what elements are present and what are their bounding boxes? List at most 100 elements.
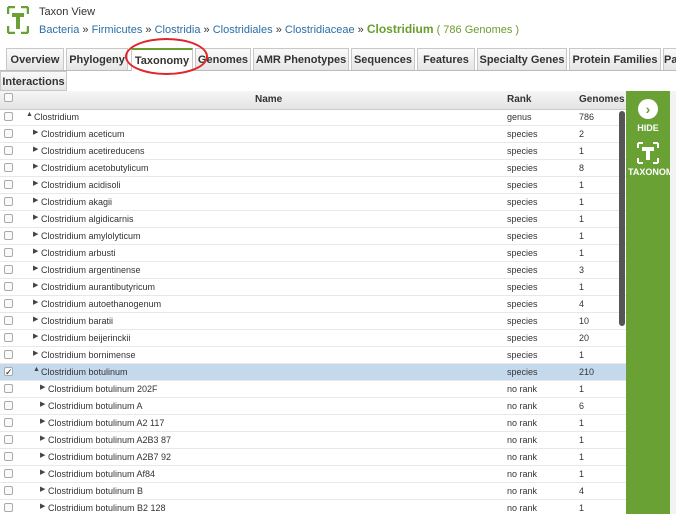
breadcrumb-link-firmicutes[interactable]: Firmicutes: [92, 24, 143, 36]
collapsed-arrow-icon[interactable]: ▶: [33, 145, 38, 153]
row-checkbox[interactable]: [4, 333, 13, 342]
grid-scrollbar[interactable]: [619, 111, 625, 326]
table-row[interactable]: ▶ Clostridium acetireducens species 1: [0, 143, 626, 160]
row-checkbox[interactable]: [4, 163, 13, 172]
row-name[interactable]: Clostridium argentinense: [41, 265, 141, 275]
expanded-arrow-icon[interactable]: ▲: [33, 366, 40, 373]
tab-taxonomy[interactable]: Taxonomy: [131, 48, 193, 71]
row-checkbox[interactable]: [4, 401, 13, 410]
table-row[interactable]: ▶ Clostridium botulinum B2 128 no rank 1: [0, 500, 626, 514]
row-name[interactable]: Clostridium acetobutylicum: [41, 163, 149, 173]
row-checkbox[interactable]: [4, 452, 13, 461]
table-row[interactable]: ▶ Clostridium arbusti species 1: [0, 245, 626, 262]
collapsed-arrow-icon[interactable]: ▶: [40, 468, 45, 476]
tab-interactions[interactable]: Interactions: [0, 71, 67, 91]
row-checkbox[interactable]: [4, 146, 13, 155]
row-checkbox[interactable]: [4, 214, 13, 223]
table-row[interactable]: ▶ Clostridium akagii species 1: [0, 194, 626, 211]
table-row[interactable]: ▶ Clostridium botulinum Af84 no rank 1: [0, 466, 626, 483]
row-checkbox[interactable]: [4, 503, 13, 512]
table-row[interactable]: ▶ Clostridium aceticum species 2: [0, 126, 626, 143]
row-checkbox[interactable]: [4, 265, 13, 274]
breadcrumb-link-clostridiales[interactable]: Clostridiales: [213, 24, 273, 36]
table-row[interactable]: ▶ Clostridium botulinum A2B7 92 no rank 1: [0, 449, 626, 466]
table-row[interactable]: ▶ Clostridium botulinum B no rank 4: [0, 483, 626, 500]
table-row[interactable]: ▶ Clostridium argentinense species 3: [0, 262, 626, 279]
collapsed-arrow-icon[interactable]: ▶: [33, 162, 38, 170]
row-name[interactable]: Clostridium autoethanogenum: [41, 299, 161, 309]
row-name[interactable]: Clostridium beijerinckii: [41, 333, 131, 343]
row-name[interactable]: Clostridium botulinum A: [48, 401, 143, 411]
tab-overview[interactable]: Overview: [6, 48, 64, 70]
row-checkbox[interactable]: [4, 129, 13, 138]
tab-sequences[interactable]: Sequences: [351, 48, 415, 70]
collapsed-arrow-icon[interactable]: ▶: [33, 332, 38, 340]
collapsed-arrow-icon[interactable]: ▶: [33, 281, 38, 289]
row-name[interactable]: Clostridium botulinum A2B7 92: [48, 452, 171, 462]
row-name[interactable]: Clostridium acetireducens: [41, 146, 145, 156]
column-header-name[interactable]: Name: [255, 94, 282, 105]
column-header-rank[interactable]: Rank: [507, 94, 531, 105]
table-row[interactable]: ▶ Clostridium amylolyticum species 1: [0, 228, 626, 245]
taxonomy-icon[interactable]: [637, 142, 659, 164]
tab-protein-families[interactable]: Protein Families: [569, 48, 661, 70]
collapsed-arrow-icon[interactable]: ▶: [40, 434, 45, 442]
hide-button-label[interactable]: HIDE: [626, 123, 670, 133]
collapsed-arrow-icon[interactable]: ▶: [40, 383, 45, 391]
row-checkbox[interactable]: [4, 418, 13, 427]
row-name[interactable]: Clostridium botulinum B: [48, 486, 143, 496]
column-header-genomes[interactable]: Genomes: [579, 94, 625, 105]
collapsed-arrow-icon[interactable]: ▶: [40, 400, 45, 408]
expanded-arrow-icon[interactable]: ▲: [26, 111, 33, 118]
row-checkbox[interactable]: [4, 384, 13, 393]
row-checkbox[interactable]: [4, 248, 13, 257]
collapsed-arrow-icon[interactable]: ▶: [40, 451, 45, 459]
select-all-checkbox[interactable]: [4, 93, 13, 102]
tab-amr-phenotypes[interactable]: AMR Phenotypes: [253, 48, 349, 70]
breadcrumb-link-clostridiaceae[interactable]: Clostridiaceae: [285, 24, 355, 36]
table-row[interactable]: ▶ Clostridium baratii species 10: [0, 313, 626, 330]
collapsed-arrow-icon[interactable]: ▶: [33, 298, 38, 306]
tab-phylogeny[interactable]: Phylogeny: [66, 48, 128, 70]
row-checkbox[interactable]: [4, 197, 13, 206]
row-name[interactable]: Clostridium: [34, 112, 79, 122]
table-row[interactable]: ▶ Clostridium botulinum A2B3 87 no rank 1: [0, 432, 626, 449]
table-row[interactable]: ▶ Clostridium botulinum A no rank 6: [0, 398, 626, 415]
row-name[interactable]: Clostridium botulinum A2 117: [48, 418, 164, 428]
table-row[interactable]: ▶ Clostridium beijerinckii species 20: [0, 330, 626, 347]
row-name[interactable]: Clostridium amylolyticum: [41, 231, 141, 241]
row-checkbox[interactable]: ✓: [4, 367, 13, 377]
table-row[interactable]: ✓ ▲ Clostridium botulinum species 210: [0, 364, 626, 381]
row-checkbox[interactable]: [4, 299, 13, 308]
table-row[interactable]: ▶ Clostridium bornimense species 1: [0, 347, 626, 364]
row-name[interactable]: Clostridium akagii: [41, 197, 112, 207]
row-name[interactable]: Clostridium botulinum A2B3 87: [48, 435, 171, 445]
collapsed-arrow-icon[interactable]: ▶: [33, 230, 38, 238]
hide-arrow-icon[interactable]: ›: [638, 99, 658, 119]
collapsed-arrow-icon[interactable]: ▶: [33, 196, 38, 204]
taxonomy-panel-label[interactable]: TAXONOMY: [628, 167, 676, 177]
table-row[interactable]: ▶ Clostridium botulinum A2 117 no rank 1: [0, 415, 626, 432]
collapsed-arrow-icon[interactable]: ▶: [40, 502, 45, 510]
collapsed-arrow-icon[interactable]: ▶: [33, 315, 38, 323]
row-checkbox[interactable]: [4, 469, 13, 478]
table-row[interactable]: ▶ Clostridium aurantibutyricum species 1: [0, 279, 626, 296]
table-row[interactable]: ▶ Clostridium botulinum 202F no rank 1: [0, 381, 626, 398]
row-checkbox[interactable]: [4, 435, 13, 444]
row-checkbox[interactable]: [4, 180, 13, 189]
collapsed-arrow-icon[interactable]: ▶: [33, 349, 38, 357]
row-name[interactable]: Clostridium bornimense: [41, 350, 136, 360]
row-checkbox[interactable]: [4, 350, 13, 359]
row-name[interactable]: Clostridium acidisoli: [41, 180, 121, 190]
collapsed-arrow-icon[interactable]: ▶: [33, 128, 38, 136]
tab-specialty-genes[interactable]: Specialty Genes: [477, 48, 567, 70]
row-checkbox[interactable]: [4, 231, 13, 240]
table-row[interactable]: ▶ Clostridium acidisoli species 1: [0, 177, 626, 194]
row-name[interactable]: Clostridium botulinum B2 128: [48, 503, 166, 513]
row-name[interactable]: Clostridium aurantibutyricum: [41, 282, 155, 292]
collapsed-arrow-icon[interactable]: ▶: [40, 417, 45, 425]
row-name[interactable]: Clostridium botulinum Af84: [48, 469, 155, 479]
row-name[interactable]: Clostridium botulinum: [41, 367, 128, 377]
row-checkbox[interactable]: [4, 486, 13, 495]
collapsed-arrow-icon[interactable]: ▶: [33, 264, 38, 272]
